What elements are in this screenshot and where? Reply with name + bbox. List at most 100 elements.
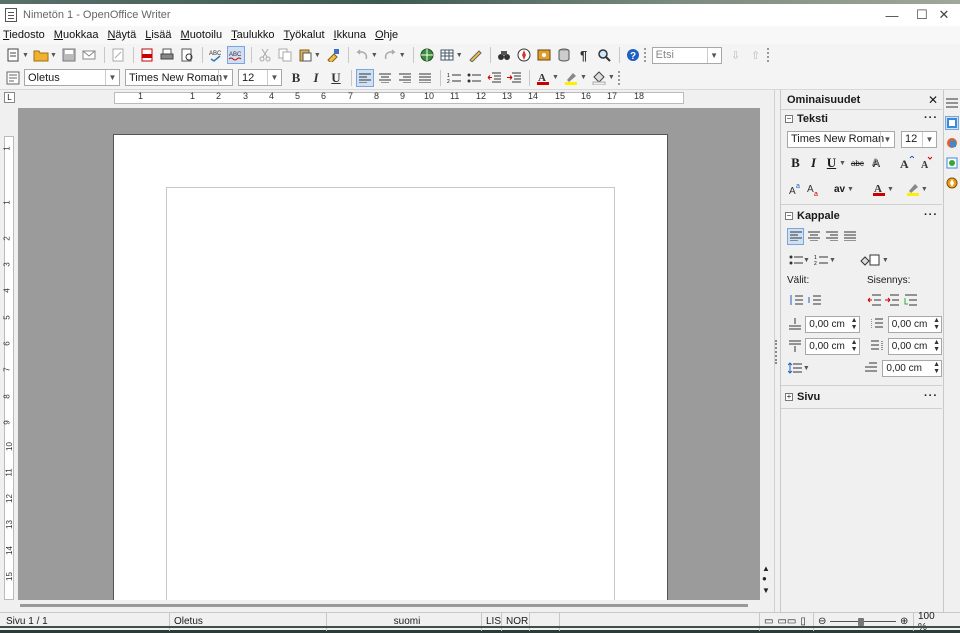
font-color-dropdown-icon[interactable]: ▼ — [552, 74, 559, 81]
sidebar-menu-icon[interactable] — [945, 96, 959, 110]
toolbar-grip[interactable] — [766, 48, 771, 62]
before-text-indent-spinner[interactable]: 0,00 cm ▲ ▼ — [887, 315, 942, 333]
sidebar-align-left-icon[interactable] — [787, 227, 804, 245]
document-canvas[interactable] — [18, 108, 760, 600]
spinner-arrows-icon[interactable]: ▲ ▼ — [933, 339, 940, 353]
spacing-below-spinner[interactable]: 0,00 cm ▲ ▼ — [805, 337, 860, 355]
chevron-down-icon[interactable]: ▼ — [706, 47, 721, 63]
table-icon[interactable] — [438, 46, 456, 64]
highlighting-dropdown-icon[interactable]: ▼ — [580, 74, 587, 81]
character-spacing-icon[interactable]: av — [831, 181, 848, 198]
styles-formatting-icon[interactable] — [4, 69, 22, 87]
menu-help[interactable]: Ohje — [375, 29, 398, 41]
scrollbar-thumb[interactable] — [20, 604, 748, 607]
background-color-icon[interactable] — [590, 69, 608, 87]
font-name-select[interactable]: Times New Roman ▼ — [125, 69, 233, 86]
paragraph-background-dropdown-icon[interactable]: ▼ — [882, 257, 889, 264]
chevron-down-icon[interactable]: ▼ — [922, 131, 936, 147]
copy-icon[interactable] — [276, 46, 294, 64]
more-options-icon[interactable]: ··· — [924, 390, 938, 402]
zoom-icon[interactable] — [595, 46, 613, 64]
paragraph-section-header[interactable]: − Kappale ··· — [781, 207, 942, 225]
print-icon[interactable] — [158, 46, 176, 64]
clone-formatting-icon[interactable] — [324, 46, 342, 64]
undo-icon[interactable] — [353, 46, 371, 64]
line-spacing-icon[interactable] — [787, 360, 804, 377]
sidebar-numbering-icon[interactable]: 12 — [813, 252, 830, 269]
increase-indent-icon[interactable] — [505, 69, 523, 87]
horizontal-scrollbar[interactable] — [18, 600, 760, 612]
highlighting-icon[interactable] — [562, 69, 580, 87]
navigator-tab-icon[interactable] — [945, 176, 959, 190]
new-document-icon[interactable] — [4, 46, 22, 64]
paragraph-style-select[interactable]: Oletus ▼ — [24, 69, 120, 86]
chevron-down-icon[interactable]: ▼ — [218, 70, 232, 85]
collapse-icon[interactable]: − — [785, 115, 793, 123]
superscript-icon[interactable]: Aa — [787, 181, 804, 198]
line-spacing-dropdown-icon[interactable]: ▼ — [803, 365, 810, 372]
hyperlink-icon[interactable] — [418, 46, 436, 64]
sidebar-highlighting-icon[interactable] — [905, 181, 922, 198]
properties-tab-icon[interactable] — [945, 116, 959, 130]
edit-file-icon[interactable] — [109, 46, 127, 64]
find-replace-icon[interactable] — [495, 46, 513, 64]
previous-page-icon[interactable]: ▲ — [762, 564, 770, 573]
sidebar-bold-button[interactable]: B — [787, 155, 804, 172]
sidebar-font-name-select[interactable]: Times New Roman ▼ — [787, 130, 895, 148]
gallery-icon[interactable] — [535, 46, 553, 64]
sidebar-increase-indent-icon[interactable] — [865, 292, 882, 309]
help-icon[interactable]: ? — [624, 46, 642, 64]
sidebar-strikethrough-button[interactable]: abc — [849, 155, 866, 172]
menu-window[interactable]: Ikkuna — [334, 29, 366, 41]
font-color-icon[interactable]: A — [534, 69, 552, 87]
hanging-indent-icon[interactable] — [901, 292, 918, 309]
open-dropdown-icon[interactable]: ▼ — [50, 52, 57, 59]
find-next-icon[interactable]: ⇩ — [727, 46, 745, 64]
underline-button[interactable]: U — [327, 69, 345, 87]
show-draw-functions-icon[interactable] — [466, 46, 484, 64]
navigator-icon[interactable] — [515, 46, 533, 64]
gallery-tab-icon[interactable] — [945, 156, 959, 170]
spinner-arrows-icon[interactable]: ▲ ▼ — [851, 339, 858, 353]
sidebar-font-color-dropdown-icon[interactable]: ▼ — [887, 186, 894, 193]
bold-button[interactable]: B — [287, 69, 305, 87]
justify-icon[interactable] — [416, 69, 434, 87]
chevron-down-icon[interactable]: ▼ — [267, 70, 281, 85]
toolbar-grip[interactable] — [643, 48, 648, 62]
increase-paragraph-spacing-icon[interactable] — [787, 292, 804, 309]
email-document-icon[interactable] — [80, 46, 98, 64]
tab-stop-selector[interactable]: L — [4, 92, 15, 103]
new-dropdown-icon[interactable]: ▼ — [22, 52, 29, 59]
search-input[interactable]: Etsi ▼ — [651, 46, 722, 64]
after-text-indent-spinner[interactable]: 0,00 cm ▲ ▼ — [887, 337, 942, 355]
spinner-arrows-icon[interactable]: ▲ ▼ — [933, 361, 940, 375]
undo-dropdown-icon[interactable]: ▼ — [371, 52, 378, 59]
menu-view[interactable]: Näytä — [107, 29, 136, 41]
sidebar-shadow-icon[interactable]: A — [867, 155, 884, 172]
open-folder-icon[interactable] — [32, 46, 50, 64]
document-page[interactable] — [113, 134, 668, 600]
paste-icon[interactable] — [296, 46, 314, 64]
sidebar-italic-button[interactable]: I — [805, 155, 822, 172]
redo-dropdown-icon[interactable]: ▼ — [399, 52, 406, 59]
sidebar-bullets-icon[interactable] — [787, 252, 804, 269]
font-size-select[interactable]: 12 ▼ — [238, 69, 282, 86]
data-sources-icon[interactable] — [555, 46, 573, 64]
menu-file[interactable]: Tiedosto — [3, 29, 45, 41]
menu-insert[interactable]: Lisää — [145, 29, 171, 41]
spinner-arrows-icon[interactable]: ▲ ▼ — [933, 317, 940, 331]
align-right-icon[interactable] — [396, 69, 414, 87]
align-center-icon[interactable] — [376, 69, 394, 87]
sidebar-underline-button[interactable]: U — [823, 155, 840, 172]
more-options-icon[interactable]: ··· — [924, 209, 938, 221]
vertical-ruler[interactable]: 1 1 2 3 4 5 6 7 8 9 10 11 12 13 14 15 — [0, 108, 18, 600]
vertical-scrollbar[interactable]: ▲ ● ▼ — [760, 108, 774, 600]
decrease-paragraph-spacing-icon[interactable] — [805, 292, 822, 309]
navigation-dot-icon[interactable]: ● — [762, 574, 767, 583]
sidebar-grow-font-icon[interactable]: A — [899, 155, 916, 172]
chevron-down-icon[interactable]: ▼ — [105, 70, 119, 85]
text-boundaries[interactable] — [166, 187, 615, 600]
sidebar-align-right-icon[interactable] — [823, 228, 840, 245]
export-pdf-icon[interactable] — [138, 46, 156, 64]
page-section-header[interactable]: + Sivu ··· — [781, 388, 942, 406]
